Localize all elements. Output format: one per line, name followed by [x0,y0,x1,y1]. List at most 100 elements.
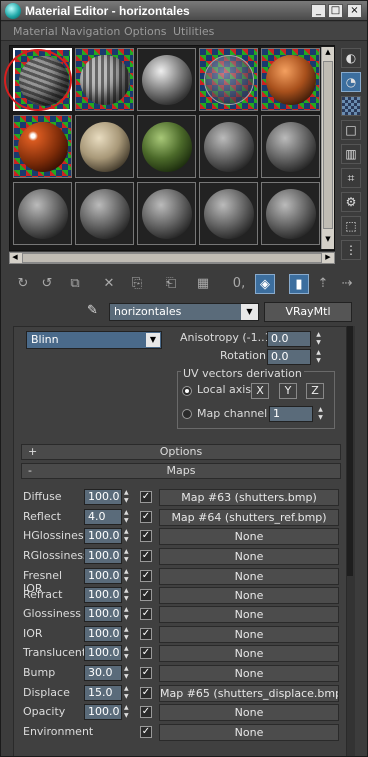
assign-material-icon[interactable]: ⧉ [65,274,85,294]
sample-slot[interactable] [199,115,258,178]
map-amount-spinner[interactable]: 100.0 [84,626,122,642]
map-enable-checkbox[interactable]: ✓ [140,491,152,503]
maps-rollout-bar[interactable]: - Maps [21,463,341,479]
spinner-arrows-icon[interactable]: ▲ ▼ [124,606,132,622]
material-type-button[interactable]: VRayMtl [264,302,352,322]
slots-vertical-scrollbar[interactable]: ▲ ▼ [321,47,334,249]
spinner-arrows-icon[interactable]: ▲ ▼ [124,665,132,681]
spinner-arrows-icon[interactable]: ▲ ▼ [316,406,325,422]
go-forward-to-sibling-icon[interactable]: ⇢ [337,274,357,294]
reset-map-icon[interactable]: ✕ [99,274,119,294]
spinner-arrows-icon[interactable]: ▲ ▼ [124,645,132,661]
chevron-down-icon[interactable]: ▼ [146,333,160,347]
background-checker-icon[interactable] [341,96,361,116]
map-button[interactable]: None [159,606,339,623]
spinner-arrows-icon[interactable]: ▲ ▼ [124,489,132,505]
material-name-field[interactable]: horizontales [109,303,259,321]
options-icon[interactable]: ⚙ [341,192,361,212]
spinner-arrows-icon[interactable]: ▲ ▼ [124,685,132,701]
brdf-type-select[interactable]: Blinn [26,331,162,349]
map-amount-spinner[interactable]: 100.0 [84,606,122,622]
spinner-arrows-icon[interactable]: ▲ ▼ [124,509,132,525]
map-enable-checkbox[interactable]: ✓ [140,530,152,542]
minimize-button[interactable]: _ [311,4,326,18]
slots-hscroll-thumb[interactable] [22,253,322,263]
material-id-channel-icon[interactable]: 0, [229,274,249,294]
sample-uv-tiling-icon[interactable]: □ [341,120,361,140]
map-channel-radio[interactable] [182,409,192,419]
map-enable-checkbox[interactable]: ✓ [140,550,152,562]
menu-utilities[interactable]: Utilities [173,25,214,38]
get-material-icon[interactable]: ↻ [13,274,33,294]
sample-slot[interactable] [75,48,134,111]
sample-slot[interactable] [137,115,196,178]
map-button[interactable]: Map #63 (shutters.bmp) [159,489,339,506]
sample-slot[interactable] [137,48,196,111]
axis-y-button[interactable]: Y [279,383,297,399]
slots-scroll-thumb[interactable] [323,61,333,229]
options-rollout-bar[interactable]: + Options [21,444,341,460]
map-enable-checkbox[interactable]: ✓ [140,589,152,601]
maximize-button[interactable]: □ [328,4,343,18]
spinner-arrows-icon[interactable]: ▲ ▼ [124,548,132,564]
put-to-library-icon[interactable]: ▦ [193,274,213,294]
put-material-icon[interactable]: ↺ [37,274,57,294]
sample-slot[interactable] [75,182,134,245]
map-amount-spinner[interactable]: 100.0 [84,704,122,720]
go-to-parent-icon[interactable]: ⇡ [313,274,333,294]
select-by-material-icon[interactable]: ⬚ [341,216,361,236]
rollout-scroll-thumb[interactable] [347,326,353,576]
sample-slot[interactable] [137,182,196,245]
sample-slot[interactable] [199,48,258,111]
chevron-down-icon[interactable]: ▼ [241,304,258,320]
axis-x-button[interactable]: X [251,383,269,399]
spinner-arrows-icon[interactable]: ▲ ▼ [124,587,132,603]
slots-horizontal-scrollbar[interactable]: ◀ ▶ [9,252,335,264]
sample-slot[interactable] [13,182,72,245]
scroll-left-arrow-icon[interactable]: ◀ [10,253,20,263]
menu-navigation[interactable]: Navigation [61,25,120,38]
make-unique-icon[interactable]: ⎗ [161,274,181,294]
sample-slot[interactable] [261,182,320,245]
menu-material[interactable]: Material [13,25,58,38]
map-enable-checkbox[interactable]: ✓ [140,608,152,620]
map-amount-spinner[interactable]: 100.0 [84,489,122,505]
map-enable-checkbox[interactable]: ✓ [140,687,152,699]
map-amount-spinner[interactable]: 100.0 [84,587,122,603]
rotation-spinner[interactable]: 0.0 [267,349,311,365]
map-button[interactable]: None [159,665,339,682]
map-amount-spinner[interactable]: 15.0 [84,685,122,701]
map-enable-checkbox[interactable]: ✓ [140,726,152,738]
map-button[interactable]: None [159,645,339,662]
local-axis-radio[interactable] [182,386,192,396]
map-button[interactable]: None [159,704,339,721]
map-enable-checkbox[interactable]: ✓ [140,667,152,679]
map-button[interactable]: None [159,724,339,741]
sample-slot[interactable] [13,115,72,178]
show-map-in-viewport-icon[interactable]: ◈ [255,274,275,294]
make-copy-icon[interactable]: ⎘ [127,274,147,294]
axis-z-button[interactable]: Z [306,383,324,399]
menu-options[interactable]: Options [124,25,166,38]
pick-material-from-object-icon[interactable]: ✎ [87,303,103,319]
close-button[interactable]: × [347,4,362,18]
sample-slot[interactable] [261,115,320,178]
video-color-check-icon[interactable]: ▥ [341,144,361,164]
sample-slot[interactable] [199,182,258,245]
map-enable-checkbox[interactable]: ✓ [140,647,152,659]
spinner-arrows-icon[interactable]: ▲ ▼ [124,568,132,584]
sample-slot[interactable] [75,115,134,178]
spinner-arrows-icon[interactable]: ▲ ▼ [124,704,132,720]
map-channel-spinner[interactable]: 1 [269,406,313,422]
spinner-arrows-icon[interactable]: ▲ ▼ [124,626,132,642]
map-amount-spinner[interactable]: 100.0 [84,528,122,544]
map-enable-checkbox[interactable]: ✓ [140,628,152,640]
map-amount-spinner[interactable]: 100.0 [84,548,122,564]
map-enable-checkbox[interactable]: ✓ [140,570,152,582]
make-preview-icon[interactable]: ⌗ [341,168,361,188]
backlight-icon[interactable]: ◔ [341,72,361,92]
spinner-arrows-icon[interactable]: ▲ ▼ [124,528,132,544]
spinner-arrows-icon[interactable]: ▲ ▼ [314,349,323,365]
scroll-right-arrow-icon[interactable]: ▶ [323,253,333,263]
sample-type-icon[interactable]: ◐ [341,48,361,68]
